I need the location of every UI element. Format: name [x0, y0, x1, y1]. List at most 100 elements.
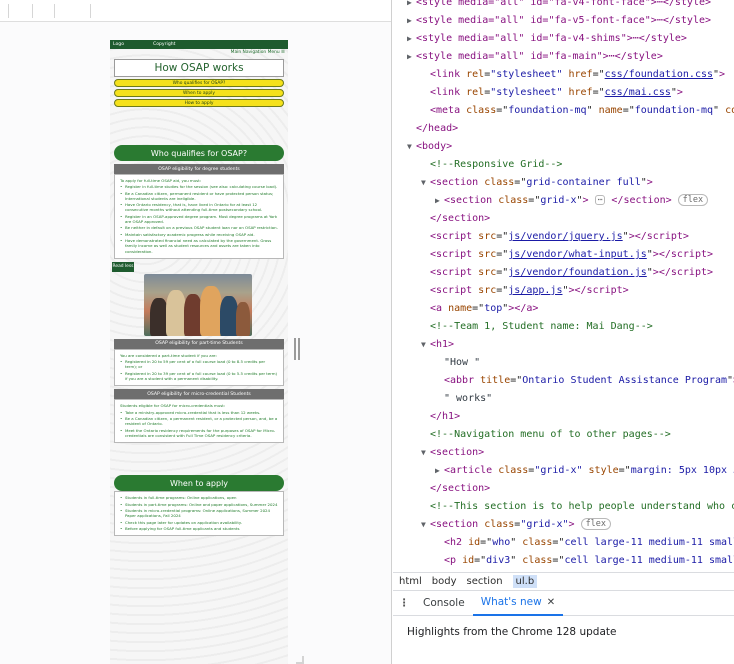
- comment-text: <!--Navigation menu of to other pages-->: [430, 429, 671, 440]
- comment-text: <!--Team 1, Student name: Mai Dang-->: [430, 321, 653, 332]
- drawer-tab-bar: ⋮ Console What's new ✕: [393, 590, 734, 616]
- script-src-link[interactable]: js/vendor/what-input.js: [508, 249, 646, 260]
- expand-arrow-icon[interactable]: ▶: [407, 30, 416, 48]
- dom-text-node[interactable]: "How ": [444, 354, 480, 372]
- dom-node-link[interactable]: <link rel="stylesheet" href="css/foundat…: [430, 66, 725, 84]
- expand-arrow-icon[interactable]: ▶: [407, 0, 416, 12]
- tab-console[interactable]: Console: [415, 590, 473, 616]
- script-src-link[interactable]: js/vendor/jquery.js: [508, 231, 622, 242]
- collapse-arrow-icon[interactable]: ▼: [421, 516, 430, 534]
- dom-node-article[interactable]: ▶ <article class="grid-x" style="margin: …: [435, 462, 734, 480]
- comment-text: <!--Responsive Grid-->: [430, 159, 563, 170]
- text-node: " works": [444, 393, 493, 404]
- list-item: Have demonstrated financial need as calc…: [120, 238, 278, 254]
- attr-value: margin: 5px 10px 5: [630, 465, 734, 476]
- when-to-apply-list: Students in full-time programs: Online a…: [114, 491, 284, 537]
- more-options-icon[interactable]: ⋮: [393, 597, 415, 609]
- dom-node-style[interactable]: ▶ <style media="all" id="fa-v5-font-face"…: [407, 12, 711, 30]
- dom-node-h1[interactable]: ▼ <h1>: [421, 336, 454, 354]
- resize-handle[interactable]: [294, 338, 300, 360]
- expand-arrow-icon[interactable]: ▶: [407, 48, 416, 66]
- dom-node-section[interactable]: ▼ <section>: [421, 444, 484, 462]
- dom-node-script[interactable]: <script src="js/vendor/jquery.js"></scri…: [430, 228, 689, 246]
- dom-node-section[interactable]: ▼ <section class="grid-x"> flex: [421, 516, 612, 534]
- mobile-page[interactable]: Logo Copyright Main Navigation Menu ☰ Ho…: [110, 40, 288, 664]
- dom-node-h1-close[interactable]: </h1>: [430, 408, 460, 426]
- list-item: Before applying for OSAP full-time appli…: [120, 526, 278, 531]
- dom-node-style[interactable]: ▶ <style media="all" id="fa-main">⋯</styl…: [407, 48, 663, 66]
- dom-node-style[interactable]: ▶ <style media="all" id="fa-v4-shims">⋯</…: [407, 30, 687, 48]
- ellipsis-icon[interactable]: ⋯: [594, 195, 606, 205]
- href-link[interactable]: css/foundation.css: [605, 69, 713, 80]
- list-item: Meet the Ontario residency requirements …: [120, 428, 278, 438]
- collapse-arrow-icon[interactable]: ▼: [421, 444, 430, 462]
- who-qualifies-heading: Who qualifies for OSAP?: [114, 145, 284, 161]
- dom-node-link[interactable]: <link rel="stylesheet" href="css/mai.css…: [430, 84, 683, 102]
- dom-node-script[interactable]: <script src="js/app.js"></script>: [430, 282, 629, 300]
- pill-how-to-apply[interactable]: How to apply: [114, 99, 284, 107]
- dom-node-meta[interactable]: <meta class="foundation-mq" name="founda…: [430, 102, 734, 120]
- dom-node-script[interactable]: <script src="js/vendor/foundation.js"></…: [430, 264, 713, 282]
- dom-comment[interactable]: <!--Navigation menu of to other pages-->: [430, 426, 671, 444]
- part-time-eligibility-heading: OSAP eligibility for part-time Students: [114, 338, 284, 349]
- href-link[interactable]: css/mai.css: [605, 87, 671, 98]
- pill-who-qualifies[interactable]: Who qualifies for OSAP?: [114, 79, 284, 87]
- collapse-arrow-icon[interactable]: ▼: [407, 138, 416, 156]
- attr-value: grid-x: [540, 195, 577, 206]
- whats-new-highlights: Highlights from the Chrome 128 update: [407, 626, 617, 638]
- dom-node-p[interactable]: <p id="div3" class="cell large-11 medium…: [444, 552, 734, 570]
- collapse-arrow-icon[interactable]: ▼: [421, 336, 430, 354]
- node-text: <style media="all" id="fa-main">⋯</style…: [416, 51, 663, 62]
- dom-node-abbr[interactable]: <abbr title="Ontario Student Assistance …: [444, 372, 734, 390]
- viewport-toolbar: [0, 0, 391, 22]
- read-less-button[interactable]: Read less: [112, 261, 134, 272]
- micro-credential-eligibility-list: Students eligible for OSAP for micro-cre…: [114, 399, 284, 444]
- dom-text-node[interactable]: " works": [444, 390, 492, 408]
- dom-comment[interactable]: <!--This section is to help people under…: [430, 498, 734, 516]
- expand-arrow-icon[interactable]: ▶: [435, 462, 444, 480]
- dom-node-section-close[interactable]: </section>: [430, 480, 490, 498]
- dom-node-anchor[interactable]: <a name="top"></a>: [430, 300, 538, 318]
- expand-arrow-icon[interactable]: ▶: [435, 192, 444, 210]
- dom-comment[interactable]: <!--Team 1, Student name: Mai Dang-->: [430, 318, 653, 336]
- corner-resize-grip[interactable]: [296, 656, 304, 664]
- tab-label: What's new: [480, 596, 542, 608]
- flex-badge[interactable]: flex: [580, 518, 612, 530]
- dom-node-section-close[interactable]: </section>: [430, 210, 490, 228]
- pill-when-to-apply[interactable]: When to apply: [114, 89, 284, 97]
- when-to-apply-heading: When to apply: [114, 475, 284, 492]
- dom-node-head-close[interactable]: </head>: [416, 120, 458, 138]
- breadcrumb-body[interactable]: body: [432, 576, 457, 587]
- degree-intro: To apply for full-time OSAP aid, you mus…: [120, 178, 202, 183]
- attr-value: Ontario Student Assistance Program: [522, 375, 727, 386]
- breadcrumb-html[interactable]: html: [399, 576, 422, 587]
- dom-comment[interactable]: <!--Responsive Grid-->: [430, 156, 562, 174]
- dom-node-script[interactable]: <script src="js/vendor/what-input.js"></…: [430, 246, 713, 264]
- breadcrumb-ul[interactable]: ul.b: [512, 575, 538, 588]
- nav-logo[interactable]: Logo: [113, 42, 153, 47]
- close-icon[interactable]: ✕: [547, 597, 555, 608]
- devtools-panel: ▶ <style media="all" id="fa-v4-font-face"…: [393, 0, 734, 664]
- collapse-arrow-icon[interactable]: ▼: [421, 174, 430, 192]
- node-text: <style media="all" id="fa-v4-shims">⋯</s…: [416, 33, 687, 44]
- dom-node-style[interactable]: ▶ <style media="all" id="fa-v4-font-face"…: [407, 0, 711, 12]
- tab-whats-new[interactable]: What's new ✕: [472, 590, 564, 616]
- part-time-eligibility-list: You are considered a part-time student i…: [114, 348, 284, 387]
- degree-eligibility-heading: OSAP eligibility for degree students: [114, 164, 284, 174]
- script-src-link[interactable]: js/app.js: [508, 285, 562, 296]
- dom-tree[interactable]: ▶ <style media="all" id="fa-v4-font-face"…: [393, 0, 734, 560]
- breadcrumb-section[interactable]: section: [467, 576, 503, 587]
- nav-copyright: Copyright: [153, 42, 176, 47]
- students-photo: [144, 273, 252, 336]
- expand-arrow-icon[interactable]: ▶: [407, 12, 416, 30]
- dom-node-body[interactable]: ▼ <body>: [407, 138, 452, 156]
- dom-node-section[interactable]: ▼ <section class="grid-container full">: [421, 174, 653, 192]
- list-item: Register in an OSAP-approved degree prog…: [120, 214, 278, 224]
- flex-badge[interactable]: flex: [677, 194, 709, 206]
- dom-node-section[interactable]: ▶ <section class="grid-x"> ⋯ </section> f…: [435, 192, 709, 210]
- main-navigation-menu[interactable]: Main Navigation Menu ☰: [110, 49, 288, 56]
- dom-node-h2[interactable]: <h2 id="who" class="cell large-11 medium…: [444, 534, 734, 552]
- list-item: Registered in 20 to 59 per cent of a ful…: [120, 359, 278, 369]
- script-src-link[interactable]: js/vendor/foundation.js: [508, 267, 646, 278]
